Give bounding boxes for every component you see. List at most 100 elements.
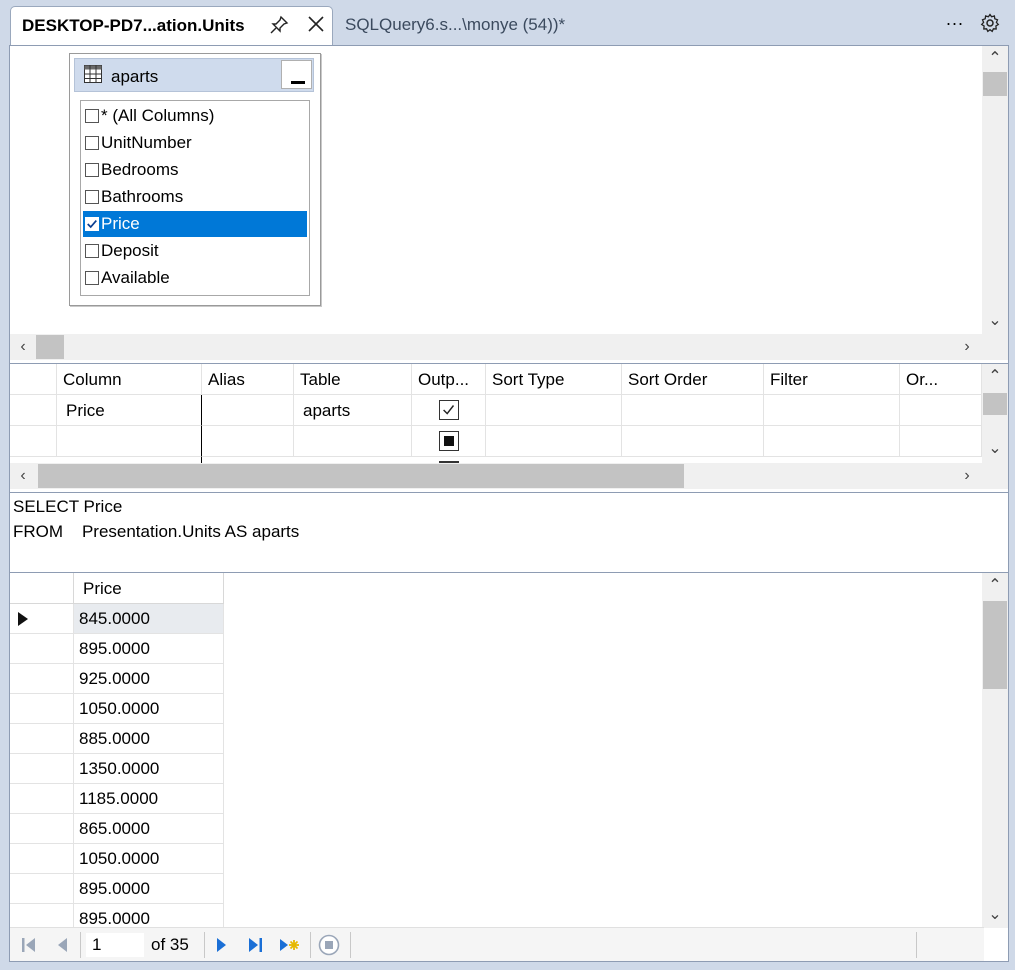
grid-header-table[interactable]: Table bbox=[294, 364, 412, 395]
row-selector[interactable] bbox=[10, 844, 74, 874]
grid-cell-sort-order[interactable] bbox=[622, 426, 764, 457]
grid-cell-alias[interactable] bbox=[202, 395, 294, 426]
column-item-bedrooms[interactable]: Bedrooms bbox=[83, 157, 307, 183]
grid-header-sort-order[interactable]: Sort Order bbox=[622, 364, 764, 395]
result-cell-price[interactable]: 925.0000 bbox=[74, 664, 224, 694]
row-selector[interactable] bbox=[10, 874, 74, 904]
grid-header-output[interactable]: Outp... bbox=[412, 364, 486, 395]
previous-page-icon[interactable] bbox=[52, 934, 74, 956]
row-selector[interactable] bbox=[10, 784, 74, 814]
last-page-icon[interactable] bbox=[244, 934, 266, 956]
checkbox[interactable] bbox=[85, 136, 99, 150]
result-cell-price[interactable]: 1050.0000 bbox=[74, 694, 224, 724]
output-checkbox-checked[interactable] bbox=[439, 400, 459, 420]
grid-cell-filter[interactable] bbox=[764, 395, 900, 426]
row-selector[interactable] bbox=[10, 754, 74, 784]
first-page-icon[interactable] bbox=[18, 934, 40, 956]
chevron-right-icon[interactable]: › bbox=[954, 463, 980, 489]
scroll-thumb[interactable] bbox=[983, 72, 1007, 96]
checkbox[interactable] bbox=[85, 244, 99, 258]
column-item-deposit[interactable]: Deposit bbox=[83, 238, 307, 264]
grid-cell-output bbox=[412, 426, 486, 457]
tab-active-query-designer[interactable]: DESKTOP-PD7...ation.Units bbox=[10, 6, 333, 46]
pin-icon[interactable] bbox=[269, 15, 289, 35]
minimize-button[interactable] bbox=[281, 60, 312, 89]
scroll-thumb[interactable] bbox=[38, 464, 684, 488]
chevron-left-icon[interactable]: ‹ bbox=[10, 334, 36, 360]
row-selector[interactable] bbox=[10, 694, 74, 724]
column-item-available[interactable]: Available bbox=[83, 265, 307, 291]
results-header-price[interactable]: Price bbox=[74, 573, 224, 604]
grid-header-filter[interactable]: Filter bbox=[764, 364, 900, 395]
checkbox[interactable] bbox=[85, 190, 99, 204]
sql-pane[interactable]: SELECT Price FROM Presentation.Units AS … bbox=[10, 492, 1008, 570]
stop-icon[interactable] bbox=[318, 934, 340, 956]
checkbox[interactable] bbox=[85, 109, 99, 123]
scroll-thumb[interactable] bbox=[983, 393, 1007, 415]
grid-cell-or[interactable] bbox=[900, 426, 982, 457]
grid-cell-table[interactable]: aparts bbox=[294, 395, 412, 426]
chevron-down-icon[interactable]: ⌄ bbox=[982, 902, 1008, 928]
grid-cell-sort-order[interactable] bbox=[622, 395, 764, 426]
grid-header-column[interactable]: Column bbox=[57, 364, 202, 395]
result-cell-price[interactable]: 865.0000 bbox=[74, 814, 224, 844]
diagram-vertical-scrollbar[interactable]: ⌃ ⌄ bbox=[982, 46, 1008, 334]
grid-cell-column[interactable] bbox=[57, 426, 202, 457]
chevron-right-icon[interactable]: › bbox=[954, 334, 980, 360]
grid-vertical-scrollbar[interactable]: ⌃ ⌄ bbox=[982, 364, 1008, 463]
column-item-bathrooms[interactable]: Bathrooms bbox=[83, 184, 307, 210]
grid-header-sort-type[interactable]: Sort Type bbox=[486, 364, 622, 395]
output-checkbox-indeterminate[interactable] bbox=[439, 431, 459, 451]
close-icon[interactable] bbox=[305, 13, 327, 35]
gear-icon[interactable] bbox=[980, 13, 1000, 33]
chevron-down-icon[interactable]: ⌄ bbox=[982, 308, 1008, 334]
row-selector[interactable] bbox=[10, 426, 57, 457]
results-pane: Price 845.0000 895.0000 925.0000 1050.0000 8… bbox=[10, 572, 1008, 961]
row-selector[interactable] bbox=[10, 814, 74, 844]
row-selector[interactable] bbox=[10, 664, 74, 694]
column-item-unitnumber[interactable]: UnitNumber bbox=[83, 130, 307, 156]
grid-cell-column[interactable]: Price bbox=[57, 395, 202, 426]
result-cell-price[interactable]: 1050.0000 bbox=[74, 844, 224, 874]
result-cell-price[interactable]: 1350.0000 bbox=[74, 754, 224, 784]
more-options-icon[interactable]: ... bbox=[944, 10, 966, 32]
column-item-all[interactable]: * (All Columns) bbox=[83, 103, 307, 129]
page-number-input[interactable] bbox=[86, 933, 144, 957]
chevron-up-icon[interactable]: ⌃ bbox=[982, 46, 1008, 72]
result-cell-price[interactable]: 895.0000 bbox=[74, 874, 224, 904]
checkbox[interactable] bbox=[85, 163, 99, 177]
result-cell-price[interactable]: 885.0000 bbox=[74, 724, 224, 754]
diagram-horizontal-scrollbar[interactable]: ‹ › bbox=[10, 334, 1008, 360]
result-cell-price[interactable]: 1185.0000 bbox=[74, 784, 224, 814]
table-box-title[interactable]: aparts bbox=[74, 58, 314, 92]
new-row-icon[interactable] bbox=[278, 934, 300, 956]
grid-header-alias[interactable]: Alias bbox=[202, 364, 294, 395]
grid-cell-sort-type[interactable] bbox=[486, 395, 622, 426]
checkbox[interactable] bbox=[85, 271, 99, 285]
table-box-aparts[interactable]: aparts * (All Columns) UnitNumber Bedroo… bbox=[69, 53, 321, 306]
grid-cell-alias[interactable] bbox=[202, 426, 294, 457]
column-item-price[interactable]: Price bbox=[83, 211, 307, 237]
row-selector[interactable] bbox=[10, 634, 74, 664]
results-vertical-scrollbar[interactable]: ⌃ ⌄ bbox=[982, 573, 1008, 928]
checkbox-checked[interactable] bbox=[85, 217, 99, 231]
chevron-left-icon[interactable]: ‹ bbox=[10, 463, 36, 489]
scroll-thumb[interactable] bbox=[36, 335, 64, 359]
chevron-up-icon[interactable]: ⌃ bbox=[982, 364, 1008, 390]
row-selector[interactable] bbox=[10, 724, 74, 754]
current-row-arrow-icon bbox=[18, 612, 28, 626]
grid-cell-filter[interactable] bbox=[764, 426, 900, 457]
row-selector[interactable] bbox=[10, 604, 74, 634]
chevron-up-icon[interactable]: ⌃ bbox=[982, 573, 1008, 599]
scroll-thumb[interactable] bbox=[983, 601, 1007, 689]
grid-header-or[interactable]: Or... bbox=[900, 364, 982, 395]
grid-cell-sort-type[interactable] bbox=[486, 426, 622, 457]
grid-cell-table[interactable] bbox=[294, 426, 412, 457]
grid-cell-or[interactable] bbox=[900, 395, 982, 426]
row-selector[interactable] bbox=[10, 395, 57, 426]
next-page-icon[interactable] bbox=[210, 934, 232, 956]
result-cell-price[interactable]: 845.0000 bbox=[74, 604, 224, 634]
grid-horizontal-scrollbar[interactable]: ‹ › bbox=[10, 463, 1008, 489]
chevron-down-icon[interactable]: ⌄ bbox=[982, 436, 1008, 462]
result-cell-price[interactable]: 895.0000 bbox=[74, 634, 224, 664]
